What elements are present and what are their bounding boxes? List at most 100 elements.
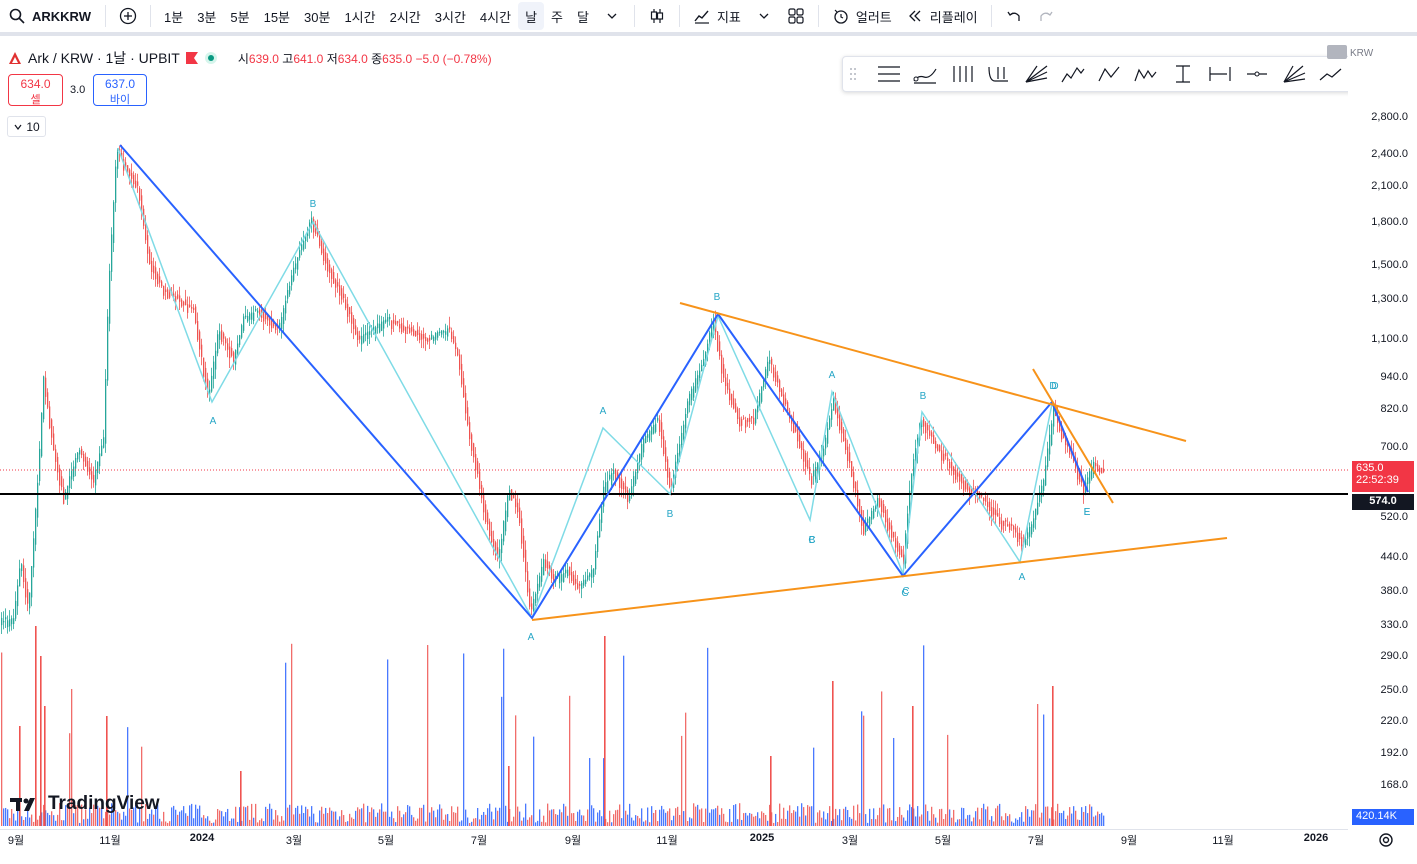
indicators-button[interactable]: 지표 — [686, 2, 748, 30]
candle-body — [1021, 537, 1023, 547]
draw-tool-fan[interactable] — [1019, 59, 1053, 89]
volume-bar — [807, 805, 809, 826]
interval-button[interactable]: 1분 — [157, 2, 190, 30]
candle-body — [13, 618, 15, 624]
candle-body — [879, 498, 881, 507]
symbol-search[interactable]: ARKKRW — [0, 7, 99, 25]
interval-button[interactable]: 5분 — [223, 2, 256, 30]
candle-body — [423, 334, 425, 339]
candle-body — [181, 299, 183, 307]
candle-body — [195, 306, 197, 323]
volume-bar — [231, 818, 233, 826]
buy-button[interactable]: 637.0 바이 — [93, 74, 147, 106]
quantity-value: 10 — [26, 119, 40, 134]
candle-body — [721, 354, 723, 374]
flag-icon[interactable] — [185, 52, 198, 64]
volume-bar — [227, 808, 229, 826]
drag-handle[interactable] — [849, 67, 859, 81]
volume-bar — [699, 809, 701, 826]
gear-icon[interactable] — [1376, 830, 1396, 850]
volume-bar — [829, 806, 831, 826]
volume-bar — [203, 815, 205, 826]
replay-button[interactable]: 리플레이 — [899, 2, 985, 30]
interval-button[interactable]: 1시간 — [337, 2, 382, 30]
candle-body — [353, 318, 355, 330]
compare-symbol-button[interactable] — [112, 2, 144, 30]
layout-button[interactable] — [780, 2, 812, 30]
candle-body — [891, 525, 893, 538]
draw-tool-horizontal-ray[interactable] — [1240, 59, 1274, 89]
quantity-selector[interactable]: 10 — [7, 116, 46, 137]
draw-tool-date-range[interactable] — [1203, 59, 1237, 89]
volume-bar — [832, 681, 834, 826]
volume-bar — [275, 810, 277, 826]
price-axis[interactable]: KRW 2,800.0 2,400.0 2,100.0 1,800.0 1,500.0 1… — [1327, 40, 1417, 830]
volume-bar — [811, 806, 813, 826]
draw-tool-schiff[interactable] — [982, 59, 1016, 89]
volume-bar — [1033, 810, 1035, 826]
price-tick-label: 380.0 — [1380, 585, 1408, 597]
interval-button[interactable]: 4시간 — [473, 2, 518, 30]
candle-body — [815, 466, 817, 480]
candle-body — [199, 331, 201, 350]
candle-body — [71, 471, 73, 480]
volume-bar — [817, 812, 819, 826]
draw-tool-price-range[interactable] — [1166, 59, 1200, 89]
candle-body — [29, 592, 31, 609]
interval-button[interactable]: 30분 — [297, 2, 337, 30]
candle-body — [41, 412, 43, 457]
volume-bar — [877, 815, 879, 826]
lock-scale-icon[interactable] — [1327, 45, 1347, 59]
candle-body — [743, 417, 745, 419]
volume-bar — [809, 806, 811, 826]
volume-bar — [729, 809, 731, 826]
volume-bar — [801, 803, 803, 826]
interval-button[interactable]: 주 — [544, 2, 570, 30]
redo-button[interactable] — [1030, 2, 1062, 30]
draw-tool-triangle-wave[interactable] — [1129, 59, 1163, 89]
interval-dropdown-button[interactable] — [596, 2, 628, 30]
time-tick-label: 5월 — [377, 835, 395, 847]
candle-body — [299, 250, 301, 258]
candle-body — [21, 564, 23, 571]
wave-label: A — [528, 632, 535, 643]
sell-button[interactable]: 634.0 셀 — [8, 74, 63, 106]
interval-button[interactable]: 달 — [570, 2, 596, 30]
interval-button[interactable]: 날 — [518, 2, 545, 30]
draw-tool-pitchfork[interactable] — [945, 59, 979, 89]
draw-tool-parallel-channel[interactable] — [872, 59, 906, 89]
undo-button[interactable] — [998, 2, 1030, 30]
volume-bar — [857, 804, 859, 826]
candle-body — [355, 325, 357, 335]
candle-body — [1, 617, 3, 626]
volume-bar — [149, 813, 151, 826]
interval-button[interactable]: 3분 — [190, 2, 223, 30]
time-axis[interactable]: 9월 11월 2024 3월 5월 7월 9월 11월 2025 3월 5월 7월 9월 11월 2026 — [0, 829, 1348, 864]
buy-label: 바이 — [109, 94, 131, 106]
interval-button[interactable]: 15분 — [257, 2, 297, 30]
tradingview-logo[interactable]: TradingView — [10, 793, 160, 815]
volume-bar — [937, 822, 939, 826]
interval-button[interactable]: 2시간 — [383, 2, 428, 30]
candle-body — [949, 461, 951, 469]
volume-bar — [563, 803, 565, 826]
alert-button[interactable]: 얼러트 — [825, 2, 899, 30]
price-chart[interactable]: ABABCABCDEABABCDE — [0, 40, 1348, 830]
candle-body — [945, 452, 947, 457]
chart-type-button[interactable] — [641, 2, 673, 30]
draw-tool-regression[interactable] — [908, 59, 942, 89]
wave-label: E — [1084, 507, 1091, 518]
volume-bar — [837, 815, 839, 826]
candle-body — [1045, 465, 1047, 486]
candle-body — [799, 434, 801, 448]
draw-tool-gann-fan[interactable] — [1277, 59, 1311, 89]
interval-button[interactable]: 3시간 — [428, 2, 473, 30]
draw-tool-impulse-wave[interactable] — [1056, 59, 1090, 89]
candle-body — [131, 172, 133, 179]
candle-body — [925, 422, 927, 434]
draw-tool-correction-wave[interactable] — [1093, 59, 1127, 89]
volume-bar — [407, 805, 409, 826]
volume-bar — [653, 812, 655, 826]
draw-tool-trend-angle[interactable] — [1314, 59, 1348, 89]
indicators-dropdown[interactable] — [748, 2, 780, 30]
